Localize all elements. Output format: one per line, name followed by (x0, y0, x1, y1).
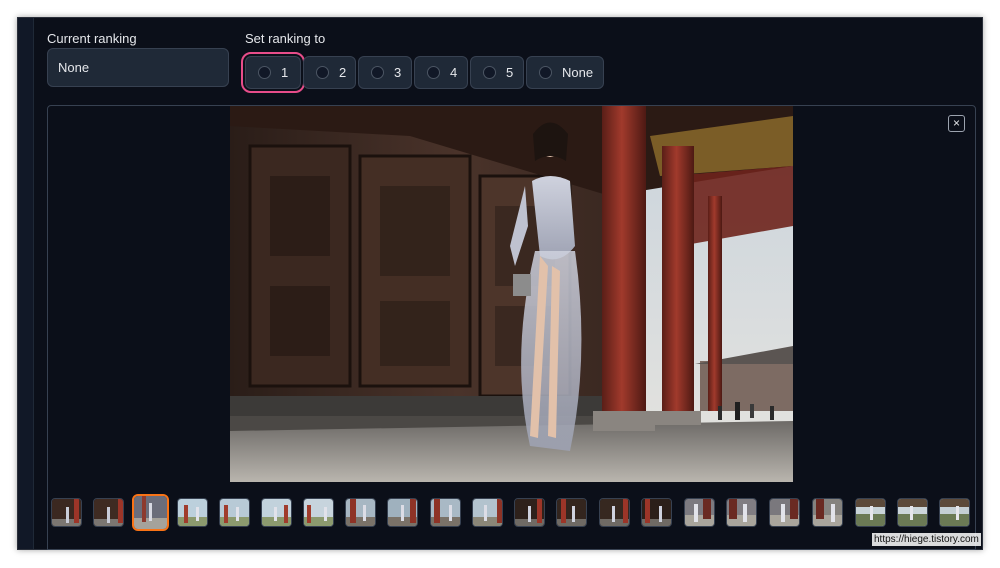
rank-option-2[interactable]: 2 (303, 56, 356, 89)
thumbnail[interactable] (897, 498, 928, 527)
thumbnail-selected[interactable] (132, 494, 169, 531)
thumbnail-image (388, 499, 417, 526)
thumbnail[interactable] (430, 498, 461, 527)
thumbnail-image (770, 499, 799, 526)
rank-option-1[interactable]: 1 (241, 52, 305, 93)
thumbnail-image (642, 499, 671, 526)
current-ranking-value: None (47, 48, 229, 87)
current-ranking-label: Current ranking (47, 31, 137, 46)
thumbnail-image (813, 499, 842, 526)
rank-option-label: 5 (506, 65, 514, 80)
radio-circle-icon (316, 66, 329, 79)
thumbnail-image (134, 496, 167, 529)
watermark-url: https://hiege.tistory.com (872, 533, 981, 546)
thumbnail[interactable] (514, 498, 545, 527)
rank-option-label: 3 (394, 65, 402, 80)
thumbnail-image (346, 499, 375, 526)
thumbnail[interactable] (472, 498, 503, 527)
thumbnail[interactable] (599, 498, 630, 527)
rank-option-5[interactable]: 5 (470, 56, 524, 89)
radio-circle-icon (258, 66, 271, 79)
thumbnail[interactable] (641, 498, 672, 527)
image-gallery: × (47, 105, 976, 550)
radio-circle-icon (427, 66, 440, 79)
thumbnail-image (515, 499, 544, 526)
thumbnail-image (898, 499, 927, 526)
rank-option-none[interactable]: None (526, 56, 604, 89)
radio-circle-icon (371, 66, 384, 79)
thumbnail[interactable] (51, 498, 82, 527)
thumbnail-image (856, 499, 885, 526)
rank-option-label: 4 (450, 65, 458, 80)
thumbnail-image (473, 499, 502, 526)
thumbnail[interactable] (939, 498, 970, 527)
thumbnail[interactable] (726, 498, 757, 527)
radio-circle-icon (483, 66, 496, 79)
thumbnail-image (304, 499, 333, 526)
thumbnail[interactable] (261, 498, 292, 527)
thumbnail[interactable] (812, 498, 843, 527)
radio-circle-icon (539, 66, 552, 79)
thumbnail-image (685, 499, 714, 526)
thumbnail[interactable] (387, 498, 418, 527)
thumbnail[interactable] (769, 498, 800, 527)
thumbnail[interactable] (345, 498, 376, 527)
preview-photo (230, 106, 793, 482)
thumbnail-image (557, 499, 586, 526)
thumbnail[interactable] (855, 498, 886, 527)
thumbnail[interactable] (93, 498, 124, 527)
app-frame: Current ranking None Set ranking to 1 2 … (17, 17, 983, 550)
rank-option-label: 2 (339, 65, 347, 80)
thumbnail-image (94, 499, 123, 526)
thumbnail-image (600, 499, 629, 526)
thumbnail-image (220, 499, 249, 526)
thumbnail[interactable] (177, 498, 208, 527)
set-ranking-label: Set ranking to (245, 31, 326, 46)
preview-image[interactable] (230, 106, 793, 482)
thumbnail-image (52, 499, 81, 526)
thumbnail-image (727, 499, 756, 526)
rank-option-4[interactable]: 4 (414, 56, 468, 89)
rank-option-label: None (562, 65, 594, 80)
rank-option-3[interactable]: 3 (358, 56, 412, 89)
rank-option-label: 1 (281, 65, 289, 80)
thumbnail[interactable] (219, 498, 250, 527)
close-icon[interactable]: × (948, 115, 965, 132)
thumbnail-image (431, 499, 460, 526)
thumbnail-image (178, 499, 207, 526)
left-rail (18, 18, 34, 549)
thumbnail-image (262, 499, 291, 526)
thumbnail[interactable] (556, 498, 587, 527)
thumbnail[interactable] (684, 498, 715, 527)
thumbnail[interactable] (303, 498, 334, 527)
thumbnail-image (940, 499, 969, 526)
